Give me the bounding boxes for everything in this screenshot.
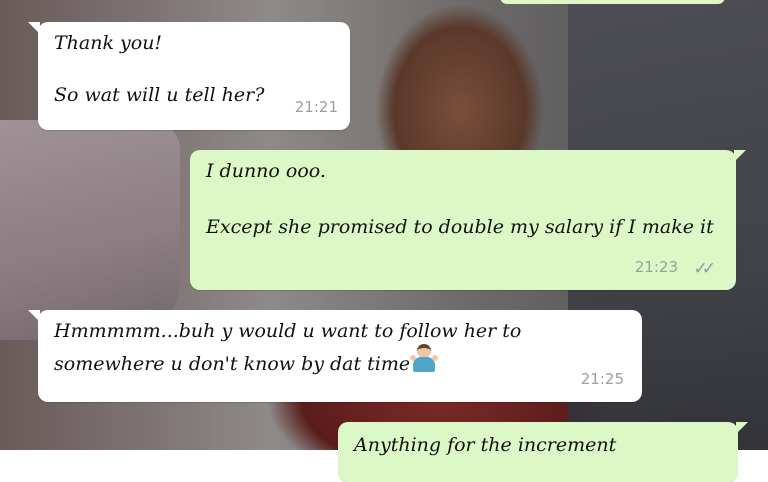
message-bubble-incoming[interactable]: Thank you! So wat will u tell her? 21:21: [28, 22, 350, 130]
message-timestamp: 21:25: [580, 370, 624, 388]
background-car-window: [0, 120, 180, 340]
message-timestamp: 21:23: [634, 258, 678, 276]
message-line: Anything for the increment: [354, 434, 617, 456]
message-bubble-outgoing[interactable]: Anything for the increment: [338, 422, 748, 482]
previous-message-bubble-edge: [500, 0, 725, 4]
message-line-blank: [206, 184, 720, 214]
message-line: Except she promised to double my salary …: [206, 216, 714, 238]
message-line: Thank you!: [54, 32, 163, 54]
message-line: Hmmmmm...buh y would u want to follow he…: [54, 320, 522, 342]
message-bubble-incoming[interactable]: Hmmmmm...buh y would u want to follow he…: [28, 310, 642, 402]
person-shrugging-icon: [410, 344, 439, 374]
message-timestamp: 21:21: [294, 98, 338, 116]
message-line: I dunno ooo.: [206, 160, 326, 182]
message-bubble-outgoing[interactable]: I dunno ooo. Except she promised to doub…: [190, 150, 746, 290]
message-line-blank: [54, 56, 334, 82]
message-line: So wat will u tell her?: [54, 84, 265, 106]
message-line-text: somewhere u don't know by dat time: [54, 353, 411, 375]
message-line: somewhere u don't know by dat time: [54, 344, 626, 377]
double-check-icon: ✓✓: [693, 259, 716, 279]
